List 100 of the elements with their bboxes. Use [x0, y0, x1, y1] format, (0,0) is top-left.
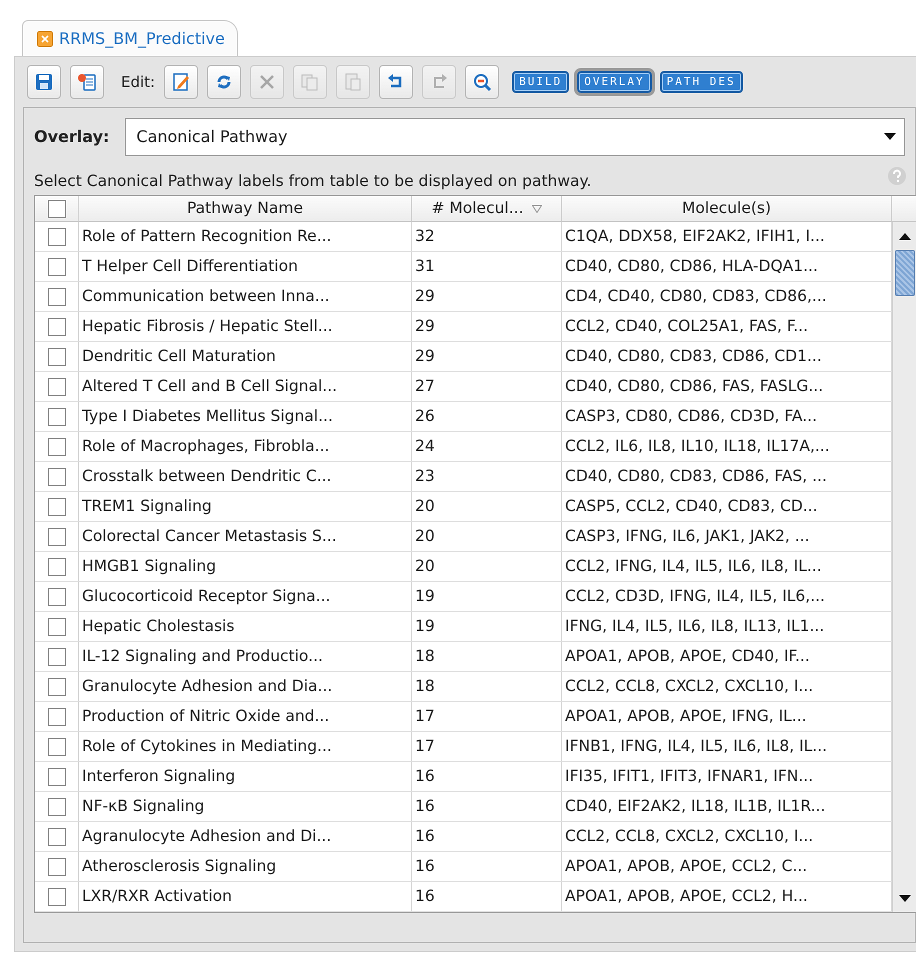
- molecule-count-cell: 26: [412, 402, 562, 432]
- scroll-up-icon[interactable]: [899, 232, 911, 240]
- molecules-cell: APOA1, APOB, APOE, IFNG, IL...: [562, 702, 892, 732]
- molecules-cell: CCL2, IFNG, IL4, IL5, IL6, IL8, IL...: [562, 552, 892, 582]
- molecule-count-cell: 32: [412, 222, 562, 252]
- floppy-disk-button[interactable]: [27, 65, 61, 99]
- row-checkbox[interactable]: [48, 588, 66, 606]
- row-checkbox[interactable]: [48, 288, 66, 306]
- pathway-name-cell: NF-κB Signaling: [79, 792, 412, 822]
- pathway-name-cell: Role of Cytokines in Mediating...: [79, 732, 412, 762]
- mode-button[interactable]: OVERLAY: [577, 70, 652, 94]
- pathway-name-cell: Dendritic Cell Maturation: [79, 342, 412, 372]
- select-all-checkbox[interactable]: [48, 200, 66, 218]
- pencil-on-notepad-button[interactable]: [164, 65, 198, 99]
- overlay-label: Overlay:: [34, 126, 110, 148]
- overlay-dropdown[interactable]: Canonical Pathway: [125, 118, 905, 156]
- molecule-count-cell: 24: [412, 432, 562, 462]
- row-checkbox[interactable]: [48, 318, 66, 336]
- molecules-cell: CD40, CD80, CD86, HLA-DQA1...: [562, 252, 892, 282]
- pathway-name-cell: Granulocyte Adhesion and Dia...: [79, 672, 412, 702]
- pathway-name-cell: Communication between Inna...: [79, 282, 412, 312]
- molecules-cell: CASP3, IFNG, IL6, JAK1, JAK2, ...: [562, 522, 892, 552]
- molecule-count-cell: 29: [412, 312, 562, 342]
- pathway-name-cell: LXR/RXR Activation: [79, 882, 412, 912]
- molecule-count-cell: 20: [412, 522, 562, 552]
- molecules-cell: CD40, CD80, CD86, FAS, FASLG...: [562, 372, 892, 402]
- close-icon[interactable]: [37, 30, 53, 46]
- molecules-cell: CCL2, CD40, COL25A1, FAS, F...: [562, 312, 892, 342]
- pathway-name-cell: IL-12 Signaling and Productio...: [79, 642, 412, 672]
- row-checkbox[interactable]: [48, 738, 66, 756]
- molecule-count-cell: 23: [412, 462, 562, 492]
- scrollbar-thumb[interactable]: [895, 250, 915, 296]
- row-checkbox[interactable]: [48, 258, 66, 276]
- pathway-name-cell: HMGB1 Signaling: [79, 552, 412, 582]
- pathway-name-cell: Hepatic Fibrosis / Hepatic Stell...: [79, 312, 412, 342]
- pathway-name-cell: Role of Pattern Recognition Re...: [79, 222, 412, 252]
- pathway-name-cell: Atherosclerosis Signaling: [79, 852, 412, 882]
- row-checkbox[interactable]: [48, 768, 66, 786]
- row-checkbox[interactable]: [48, 618, 66, 636]
- mode-button[interactable]: PATH DES: [660, 70, 743, 94]
- scroll-down-icon[interactable]: [899, 894, 911, 902]
- molecule-count-cell: 18: [412, 672, 562, 702]
- molecules-cell: CCL2, IL6, IL8, IL10, IL18, IL17A,...: [562, 432, 892, 462]
- pathway-name-cell: Role of Macrophages, Fibrobla...: [79, 432, 412, 462]
- row-checkbox[interactable]: [48, 378, 66, 396]
- molecules-cell: CD40, CD80, CD83, CD86, CD1...: [562, 342, 892, 372]
- document-list-button[interactable]: [70, 65, 104, 99]
- molecule-count-cell: 20: [412, 552, 562, 582]
- pathway-name-cell: Colorectal Cancer Metastasis S...: [79, 522, 412, 552]
- instruction-text: Select Canonical Pathway labels from table to be displayed on pathway.: [34, 171, 592, 192]
- row-checkbox[interactable]: [48, 708, 66, 726]
- row-checkbox[interactable]: [48, 798, 66, 816]
- molecule-count-cell: 16: [412, 762, 562, 792]
- row-checkbox[interactable]: [48, 648, 66, 666]
- magnifier-button[interactable]: [465, 65, 500, 99]
- column-header[interactable]: Pathway Name: [186, 197, 304, 220]
- pathway-name-cell: Glucocorticoid Receptor Signa...: [79, 582, 412, 612]
- pathway-name-cell: T Helper Cell Differentiation: [79, 252, 412, 282]
- row-checkbox[interactable]: [48, 408, 66, 426]
- row-checkbox[interactable]: [48, 678, 66, 696]
- molecules-cell: CASP3, CD80, CD86, CD3D, FA...: [562, 402, 892, 432]
- molecules-cell: CD4, CD40, CD80, CD83, CD86,...: [562, 282, 892, 312]
- molecule-count-cell: 27: [412, 372, 562, 402]
- molecules-cell: IFI35, IFIT1, IFIT3, IFNAR1, IFN...: [562, 762, 892, 792]
- circular-arrows-button[interactable]: [207, 65, 242, 99]
- molecules-cell: APOA1, APOB, APOE, CCL2, H...: [562, 882, 892, 912]
- document-tab[interactable]: RRMS_BM_Predictive: [22, 20, 238, 56]
- row-checkbox[interactable]: [48, 348, 66, 366]
- molecules-cell: C1QA, DDX58, EIF2AK2, IFIH1, I...: [562, 222, 892, 252]
- molecule-count-cell: 16: [412, 792, 562, 822]
- mode-button[interactable]: BUILD: [512, 70, 570, 94]
- molecule-count-cell: 16: [412, 882, 562, 912]
- column-header[interactable]: # Molecul...: [431, 197, 524, 220]
- edit-label: Edit:: [121, 72, 156, 93]
- molecule-count-cell: 18: [412, 642, 562, 672]
- molecules-cell: CASP5, CCL2, CD40, CD83, CD...: [562, 492, 892, 522]
- molecules-cell: APOA1, APOB, APOE, CCL2, C...: [562, 852, 892, 882]
- pathway-name-cell: Production of Nitric Oxide and...: [79, 702, 412, 732]
- molecules-cell: CD40, EIF2AK2, IL18, IL1B, IL1R...: [562, 792, 892, 822]
- row-checkbox[interactable]: [48, 438, 66, 456]
- molecule-count-cell: 20: [412, 492, 562, 522]
- pathway-name-cell: Agranulocyte Adhesion and Di...: [79, 822, 412, 852]
- row-checkbox[interactable]: [48, 228, 66, 246]
- row-checkbox[interactable]: [48, 858, 66, 876]
- row-checkbox[interactable]: [48, 498, 66, 516]
- row-checkbox[interactable]: [48, 528, 66, 546]
- pathway-name-cell: TREM1 Signaling: [79, 492, 412, 522]
- molecule-count-cell: 31: [412, 252, 562, 282]
- undo-arrow-button[interactable]: [379, 65, 414, 99]
- molecules-cell: CCL2, CD3D, IFNG, IL4, IL5, IL6,...: [562, 582, 892, 612]
- row-checkbox[interactable]: [48, 888, 66, 906]
- magnifier-icon: [471, 71, 494, 93]
- column-header[interactable]: Molecule(s): [682, 197, 772, 220]
- sort-icon[interactable]: [532, 204, 542, 213]
- row-checkbox[interactable]: [48, 828, 66, 846]
- molecules-cell: CD40, CD80, CD83, CD86, FAS, ...: [562, 462, 892, 492]
- pathway-name-cell: Type I Diabetes Mellitus Signal...: [79, 402, 412, 432]
- pathway-name-cell: Crosstalk between Dendritic C...: [79, 462, 412, 492]
- row-checkbox[interactable]: [48, 468, 66, 486]
- row-checkbox[interactable]: [48, 558, 66, 576]
